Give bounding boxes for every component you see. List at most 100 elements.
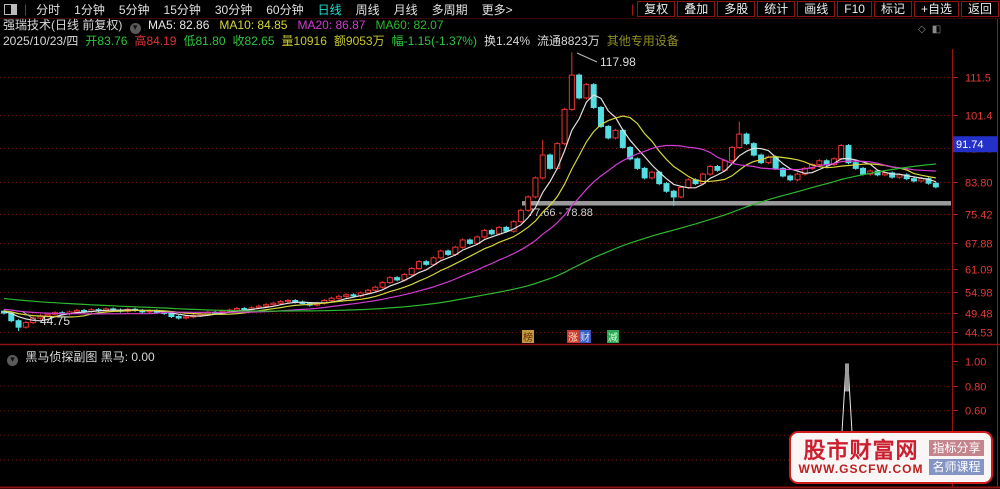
svg-text:减: 减 xyxy=(608,332,618,344)
indicator-tick: 0.60 xyxy=(965,406,986,418)
menu-button-统计[interactable]: 统计 xyxy=(757,1,796,17)
watermark-badge-bottom: 名师课程 xyxy=(929,459,984,475)
candle-down xyxy=(911,178,917,182)
svg-text:117.98: 117.98 xyxy=(600,55,636,69)
event-marker-财[interactable]: 财 xyxy=(579,330,591,344)
menu-button-返回[interactable]: 返回 xyxy=(960,1,999,17)
candle-up xyxy=(270,302,277,306)
candle-up xyxy=(685,179,692,188)
menu-item-周线[interactable]: 周线 xyxy=(349,3,387,17)
quote-field: 收82.65 xyxy=(232,34,275,48)
candle-down xyxy=(168,312,175,318)
ma10-line xyxy=(3,115,936,318)
quote-row: 2025/10/23/四 开83.76 高84.19 低81.80 收82.65 量109… xyxy=(3,34,686,49)
menu-item-5分钟[interactable]: 5分钟 xyxy=(112,3,157,17)
period-menu: 分时 1分钟 5分钟 15分钟 30分钟 60分钟 日线 周线 月线 多周期 更多> xyxy=(29,1,520,18)
quote-field: 开83.76 xyxy=(85,34,128,48)
stock-app-window: { "menubar": { "left_items": ["分时","1分钟"… xyxy=(0,0,1000,489)
svg-text:财: 财 xyxy=(580,331,590,344)
candle-up xyxy=(335,295,342,299)
y-axis-tick: 44.53 xyxy=(965,328,993,340)
watermark-badges: 指标分享 名师课程 xyxy=(929,440,984,475)
menubar-right: | 复权 叠加 多股 统计 画线 F10 标记 +自选 返回 xyxy=(629,1,1000,17)
candle-up xyxy=(459,239,466,248)
event-marker-涨[interactable]: 涨 xyxy=(567,330,579,344)
diamond-icon[interactable]: ◇ xyxy=(918,24,932,35)
watermark-left: 股市财富网 WWW.GSCFW.COM xyxy=(799,439,924,476)
candle-up xyxy=(729,146,735,162)
candle-down xyxy=(634,158,641,169)
candle-up xyxy=(183,316,189,319)
candle-up xyxy=(379,282,386,288)
candle-down xyxy=(445,250,452,255)
candle-up xyxy=(328,297,335,302)
candle-down xyxy=(845,145,852,164)
split-window-icon[interactable]: ◧ xyxy=(932,24,947,35)
menu-button-叠加[interactable]: 叠加 xyxy=(677,1,716,17)
y-axis-tick: 83.80 xyxy=(965,178,993,190)
candle-up xyxy=(277,301,284,304)
ma-values: MA5: 82.86 MA10: 84.85 MA20: 86.87 MA60: 82… xyxy=(148,18,454,32)
candle-down xyxy=(350,294,357,297)
ma-value: MA60: 82.07 xyxy=(375,18,444,32)
menu-item-更多>[interactable]: 更多> xyxy=(475,3,520,17)
menu-button-画线[interactable]: 画线 xyxy=(797,1,836,17)
candle-up xyxy=(263,304,270,307)
menubar-separator2: | xyxy=(631,2,635,16)
stock-title[interactable]: 强瑞技术(日线 前复权) xyxy=(3,18,122,32)
candle-down xyxy=(466,239,473,244)
candle-up xyxy=(517,209,524,223)
candle-down xyxy=(15,320,22,328)
candle-up xyxy=(481,229,488,238)
menu-item-15分钟[interactable]: 15分钟 xyxy=(157,3,208,17)
event-marker-减[interactable]: 减 xyxy=(607,330,619,344)
indicator-tick: 1.00 xyxy=(965,357,986,369)
quote-field: 低81.80 xyxy=(183,34,226,48)
candle-down xyxy=(714,165,721,171)
menubar: | 分时 1分钟 5分钟 15分钟 30分钟 60分钟 日线 周线 月线 多周期 更多> | 复权叠… xyxy=(0,0,1000,19)
y-axis-tick: 101.4 xyxy=(965,111,993,123)
menu-button-复权[interactable]: 复权 xyxy=(637,1,676,17)
indicator-chevron-icon[interactable]: ▾ xyxy=(7,355,18,366)
candle-up xyxy=(474,236,481,244)
menu-button-+自选[interactable]: +自选 xyxy=(913,1,959,17)
candle-up xyxy=(284,300,291,303)
menu-item-60分钟[interactable]: 60分钟 xyxy=(259,3,310,17)
menu-button-F10[interactable]: F10 xyxy=(837,1,872,17)
menubar-separator: | xyxy=(24,2,28,16)
menu-button-标记[interactable]: 标记 xyxy=(873,1,912,17)
svg-text:榜: 榜 xyxy=(523,331,533,344)
candle-up xyxy=(496,226,503,235)
indicator-name[interactable]: 黑马侦探副图 xyxy=(25,350,97,364)
watermark: 股市财富网 WWW.GSCFW.COM 指标分享 名师课程 xyxy=(789,431,993,484)
y-axis-tick: 67.88 xyxy=(965,239,993,251)
menu-item-月线[interactable]: 月线 xyxy=(387,3,425,17)
event-marker-榜[interactable]: 榜 xyxy=(522,330,534,344)
candle-up xyxy=(233,308,240,311)
candle-down xyxy=(641,167,648,179)
candle-up xyxy=(648,171,655,179)
svg-text:涨: 涨 xyxy=(568,332,578,344)
menu-item-30分钟[interactable]: 30分钟 xyxy=(208,3,259,17)
candle-up xyxy=(918,178,925,182)
menu-item-多周期[interactable]: 多周期 xyxy=(425,3,475,17)
y-axis-tick: 75.42 xyxy=(965,210,993,222)
candle-up xyxy=(838,145,845,160)
menu-item-分时[interactable]: 分时 xyxy=(29,3,67,17)
chevron-down-icon[interactable]: ▾ xyxy=(129,23,141,34)
candle-down xyxy=(743,133,750,145)
menu-button-多股[interactable]: 多股 xyxy=(717,1,756,17)
candlestick-chart: 111.5101.492.7683.8075.4267.8861.0954.98… xyxy=(0,18,1000,489)
candle-up xyxy=(255,305,262,309)
candle-down xyxy=(932,182,939,188)
menu-item-1分钟[interactable]: 1分钟 xyxy=(67,3,112,17)
candle-up xyxy=(678,186,685,198)
watermark-badge-top: 指标分享 xyxy=(929,440,984,456)
quote-field: 高84.19 xyxy=(134,34,177,48)
stock-info-row: 强瑞技术(日线 前复权) ▾ MA5: 82.86 MA10: 84.85 MA20… xyxy=(3,18,454,34)
y-axis: 111.5101.492.7683.8075.4267.8861.0954.98… xyxy=(952,73,993,340)
menu-item-日线[interactable]: 日线 xyxy=(311,3,349,17)
price-annotation: 117.98 xyxy=(576,52,636,69)
candle-down xyxy=(670,190,677,198)
window-icon[interactable] xyxy=(4,3,17,15)
